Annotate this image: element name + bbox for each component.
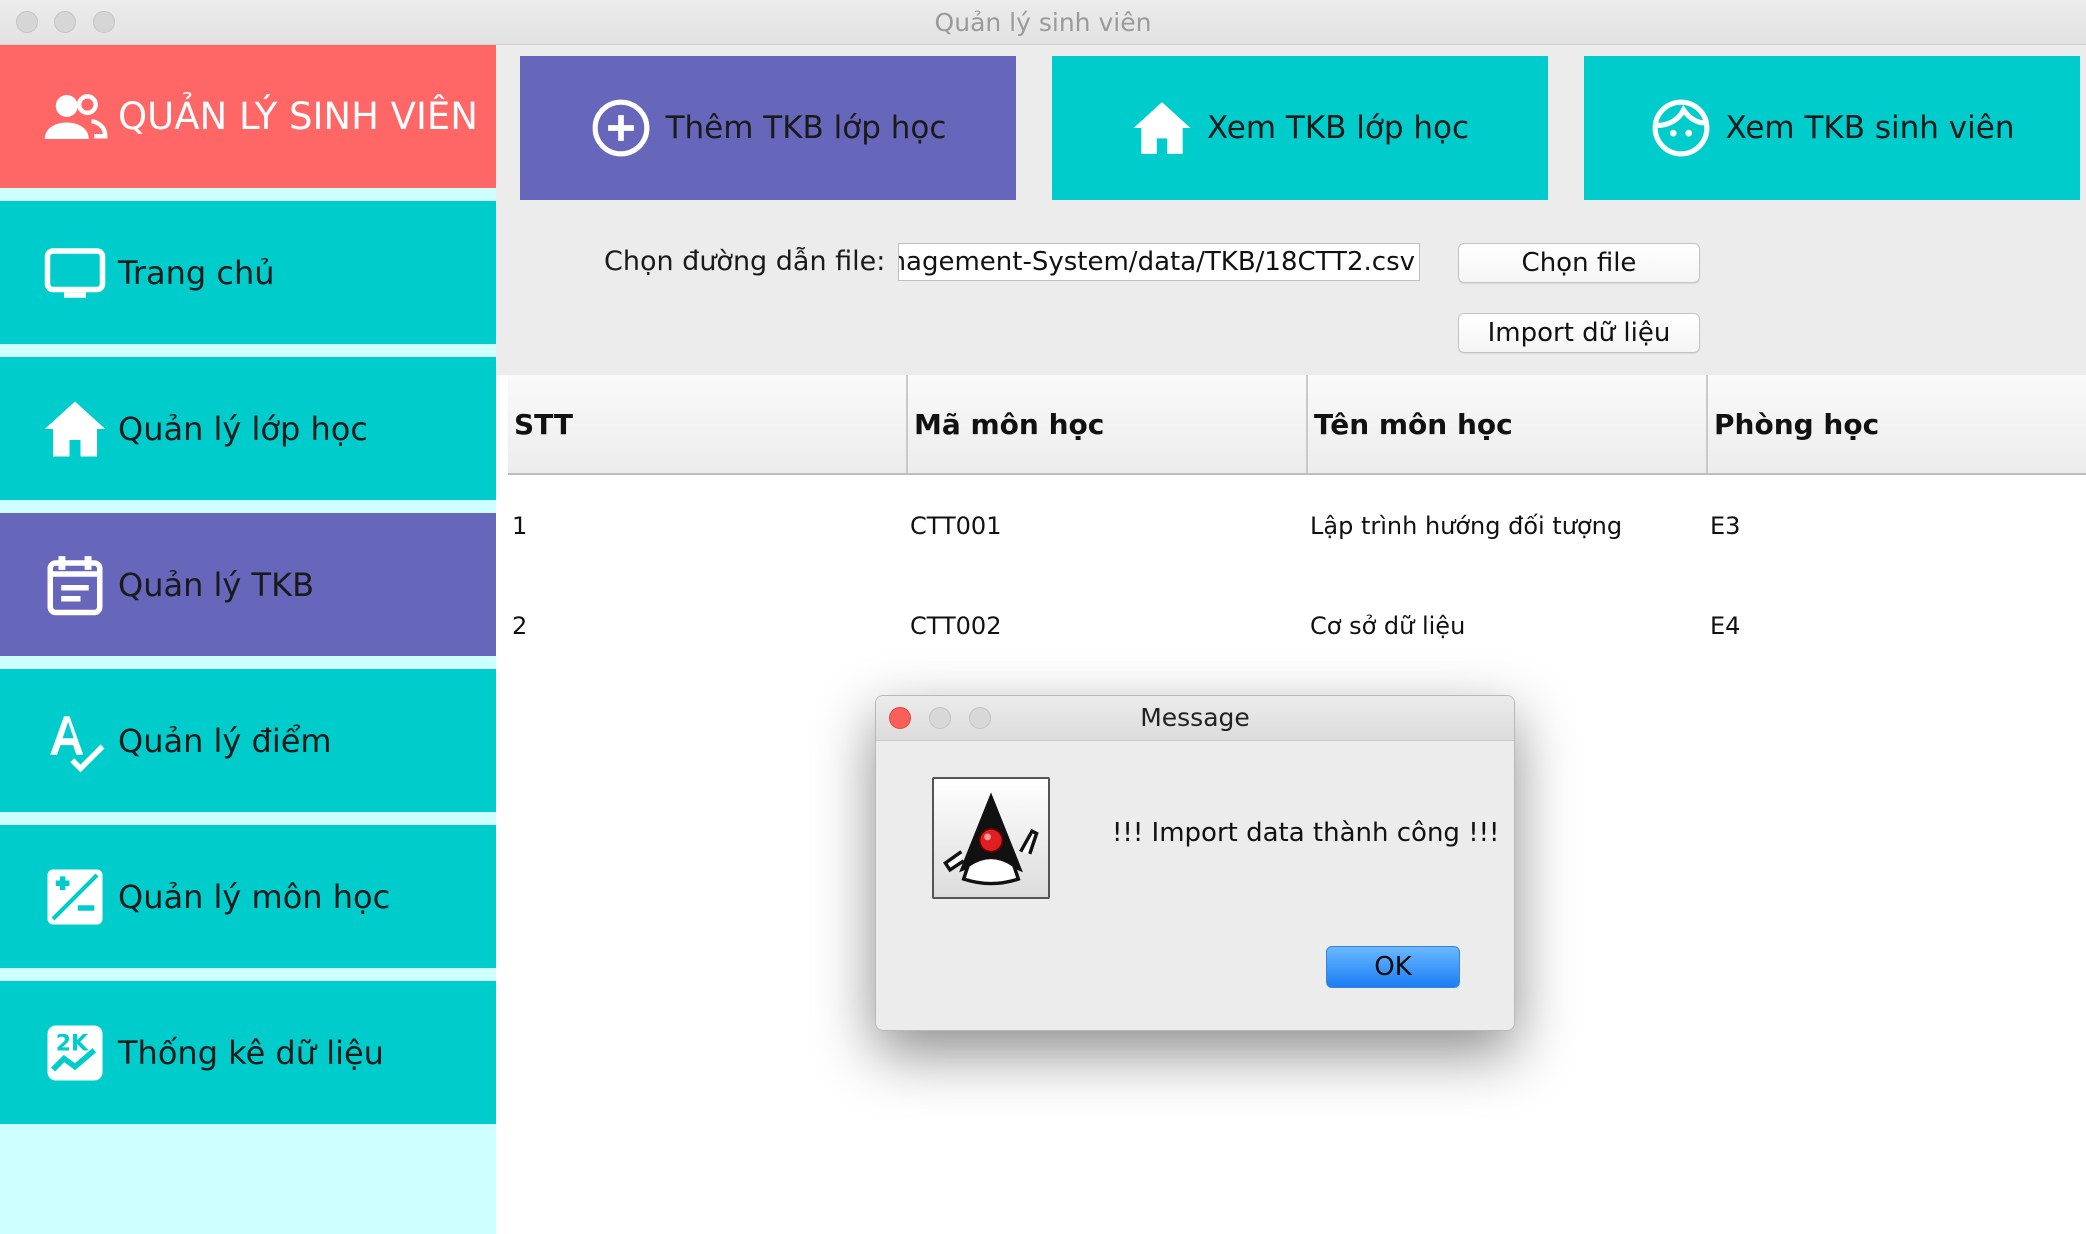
import-data-button[interactable]: Import dữ liệu <box>1458 313 1700 353</box>
cell-subject-code: CTT002 <box>910 612 1002 640</box>
plus-minus-icon <box>40 862 110 932</box>
home-icon <box>1131 97 1193 159</box>
column-header-subject-name[interactable]: Tên môn học <box>1308 375 1708 473</box>
cell-stt: 1 <box>512 512 528 540</box>
main-content: Thêm TKB lớp học Xem TKB lớp học Xem TKB… <box>496 45 2086 1234</box>
sidebar-item-grade-management[interactable]: Quản lý điểm <box>0 669 496 812</box>
dialog-title: Message <box>1140 703 1250 732</box>
sidebar-item-label: Quản lý điểm <box>118 721 332 760</box>
spellcheck-icon <box>40 706 110 776</box>
window-title: Quản lý sinh viên <box>934 8 1152 37</box>
sidebar-item-label: Quản lý lớp học <box>118 409 368 448</box>
cell-stt: 2 <box>512 612 528 640</box>
sidebar-header[interactable]: QUẢN LÝ SINH VIÊN <box>0 45 496 188</box>
sidebar-item-label: Quản lý môn học <box>118 877 391 916</box>
file-path-label: Chọn đường dẫn file: <box>604 246 886 277</box>
face-icon <box>1650 97 1712 159</box>
dialog-title-bar: Message <box>876 696 1514 741</box>
column-header-stt[interactable]: STT <box>508 375 908 473</box>
chart-2k-icon: 2K <box>40 1018 110 1088</box>
sidebar-item-label: Quản lý TKB <box>118 565 315 604</box>
toolbar: Thêm TKB lớp học Xem TKB lớp học Xem TKB… <box>496 45 2086 375</box>
sidebar-item-label: Trang chủ <box>118 253 275 292</box>
add-timetable-label: Thêm TKB lớp học <box>665 110 947 146</box>
ok-button[interactable]: OK <box>1326 946 1460 988</box>
calendar-icon <box>40 550 110 620</box>
sidebar-item-timetable-management[interactable]: Quản lý TKB <box>0 513 496 656</box>
table-header: STT Mã môn học Tên môn học Phòng học <box>508 375 2086 475</box>
view-class-timetable-label: Xem TKB lớp học <box>1206 110 1470 146</box>
dialog-close-button[interactable] <box>889 707 911 729</box>
svg-text:2K: 2K <box>56 1031 89 1056</box>
users-icon <box>40 82 110 152</box>
sidebar-item-class-management[interactable]: Quản lý lớp học <box>0 357 496 500</box>
file-path-input[interactable]: nagement-System/data/TKB/18CTT2.csv <box>898 243 1420 281</box>
dialog-message: !!! Import data thành công !!! <box>1112 818 1500 848</box>
cell-room: E3 <box>1710 512 1741 540</box>
sidebar-item-home[interactable]: Trang chủ <box>0 201 496 344</box>
dialog-minimize-button[interactable] <box>929 707 951 729</box>
view-class-timetable-button[interactable]: Xem TKB lớp học <box>1052 56 1548 200</box>
add-timetable-button[interactable]: Thêm TKB lớp học <box>520 56 1016 200</box>
column-header-subject-code[interactable]: Mã môn học <box>908 375 1308 473</box>
home-icon <box>40 394 110 464</box>
message-dialog: Message !!! Import data thành công !!! O… <box>875 695 1515 1031</box>
java-duke-icon <box>932 777 1050 899</box>
cell-subject-name: Lập trình hướng đối tượng <box>1310 512 1623 540</box>
cell-subject-code: CTT001 <box>910 512 1002 540</box>
view-student-timetable-button[interactable]: Xem TKB sinh viên <box>1584 56 2080 200</box>
sidebar: QUẢN LÝ SINH VIÊN Trang chủ Quản lý lớp … <box>0 45 496 1234</box>
monitor-icon <box>40 238 110 308</box>
sidebar-item-label: Thống kê dữ liệu <box>118 1033 384 1072</box>
sidebar-item-statistics[interactable]: 2K Thống kê dữ liệu <box>0 981 496 1124</box>
cell-subject-name: Cơ sở dữ liệu <box>1310 612 1466 640</box>
cell-room: E4 <box>1710 612 1741 640</box>
window-title-bar: Quản lý sinh viên <box>0 0 2086 45</box>
choose-file-button[interactable]: Chọn file <box>1458 243 1700 283</box>
sidebar-header-label: QUẢN LÝ SINH VIÊN <box>118 95 478 138</box>
sidebar-item-subject-management[interactable]: Quản lý môn học <box>0 825 496 968</box>
column-header-room[interactable]: Phòng học <box>1708 375 2086 473</box>
dialog-zoom-button[interactable] <box>969 707 991 729</box>
view-student-timetable-label: Xem TKB sinh viên <box>1725 110 2015 146</box>
plus-circle-icon <box>590 97 652 159</box>
